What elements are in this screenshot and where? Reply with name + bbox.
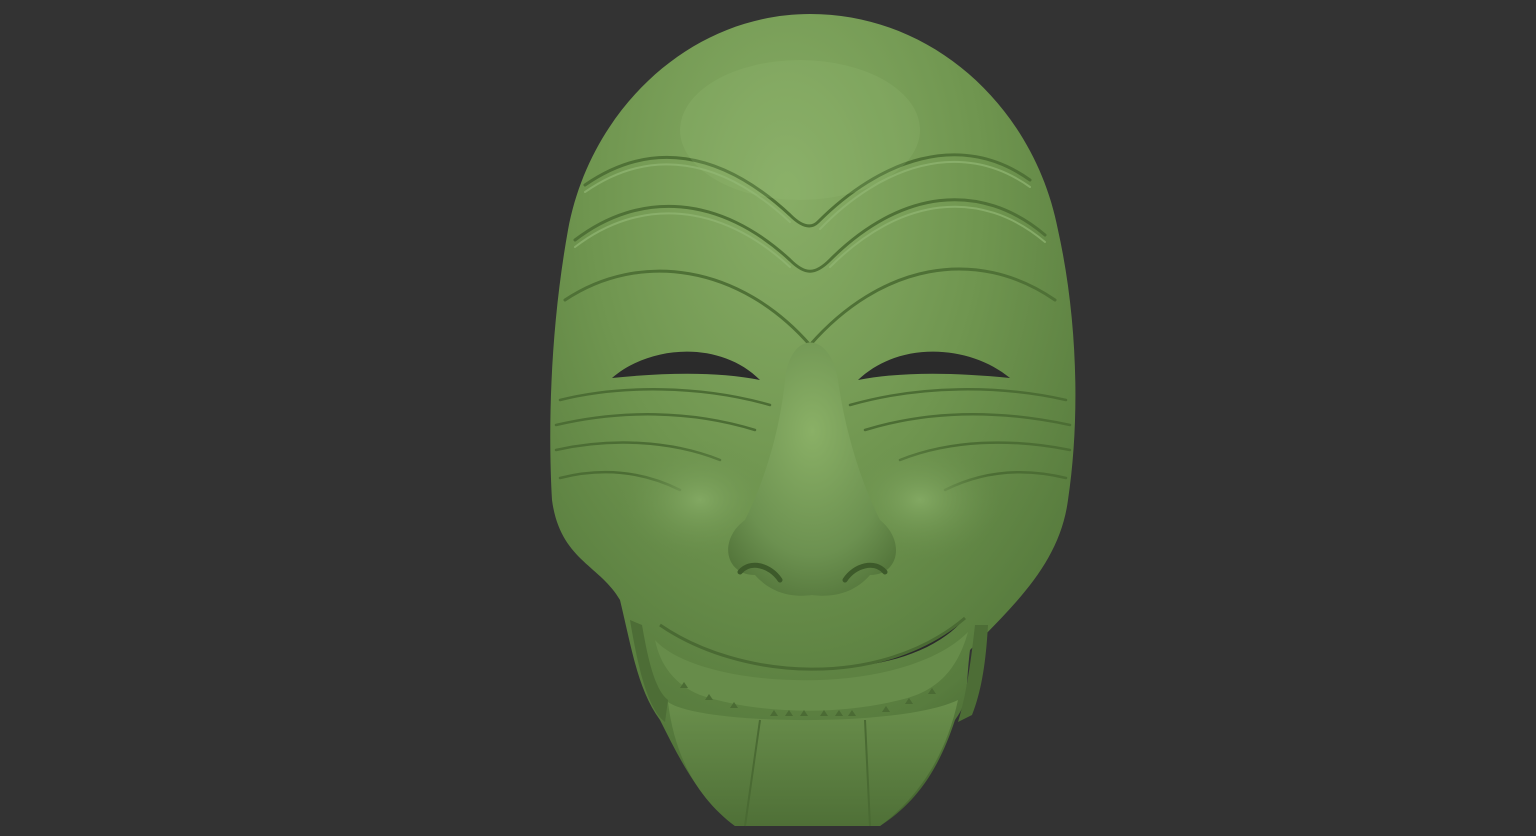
3d-viewport[interactable] (0, 0, 1536, 836)
mask-render (550, 14, 1076, 827)
forehead-highlight (680, 60, 920, 200)
